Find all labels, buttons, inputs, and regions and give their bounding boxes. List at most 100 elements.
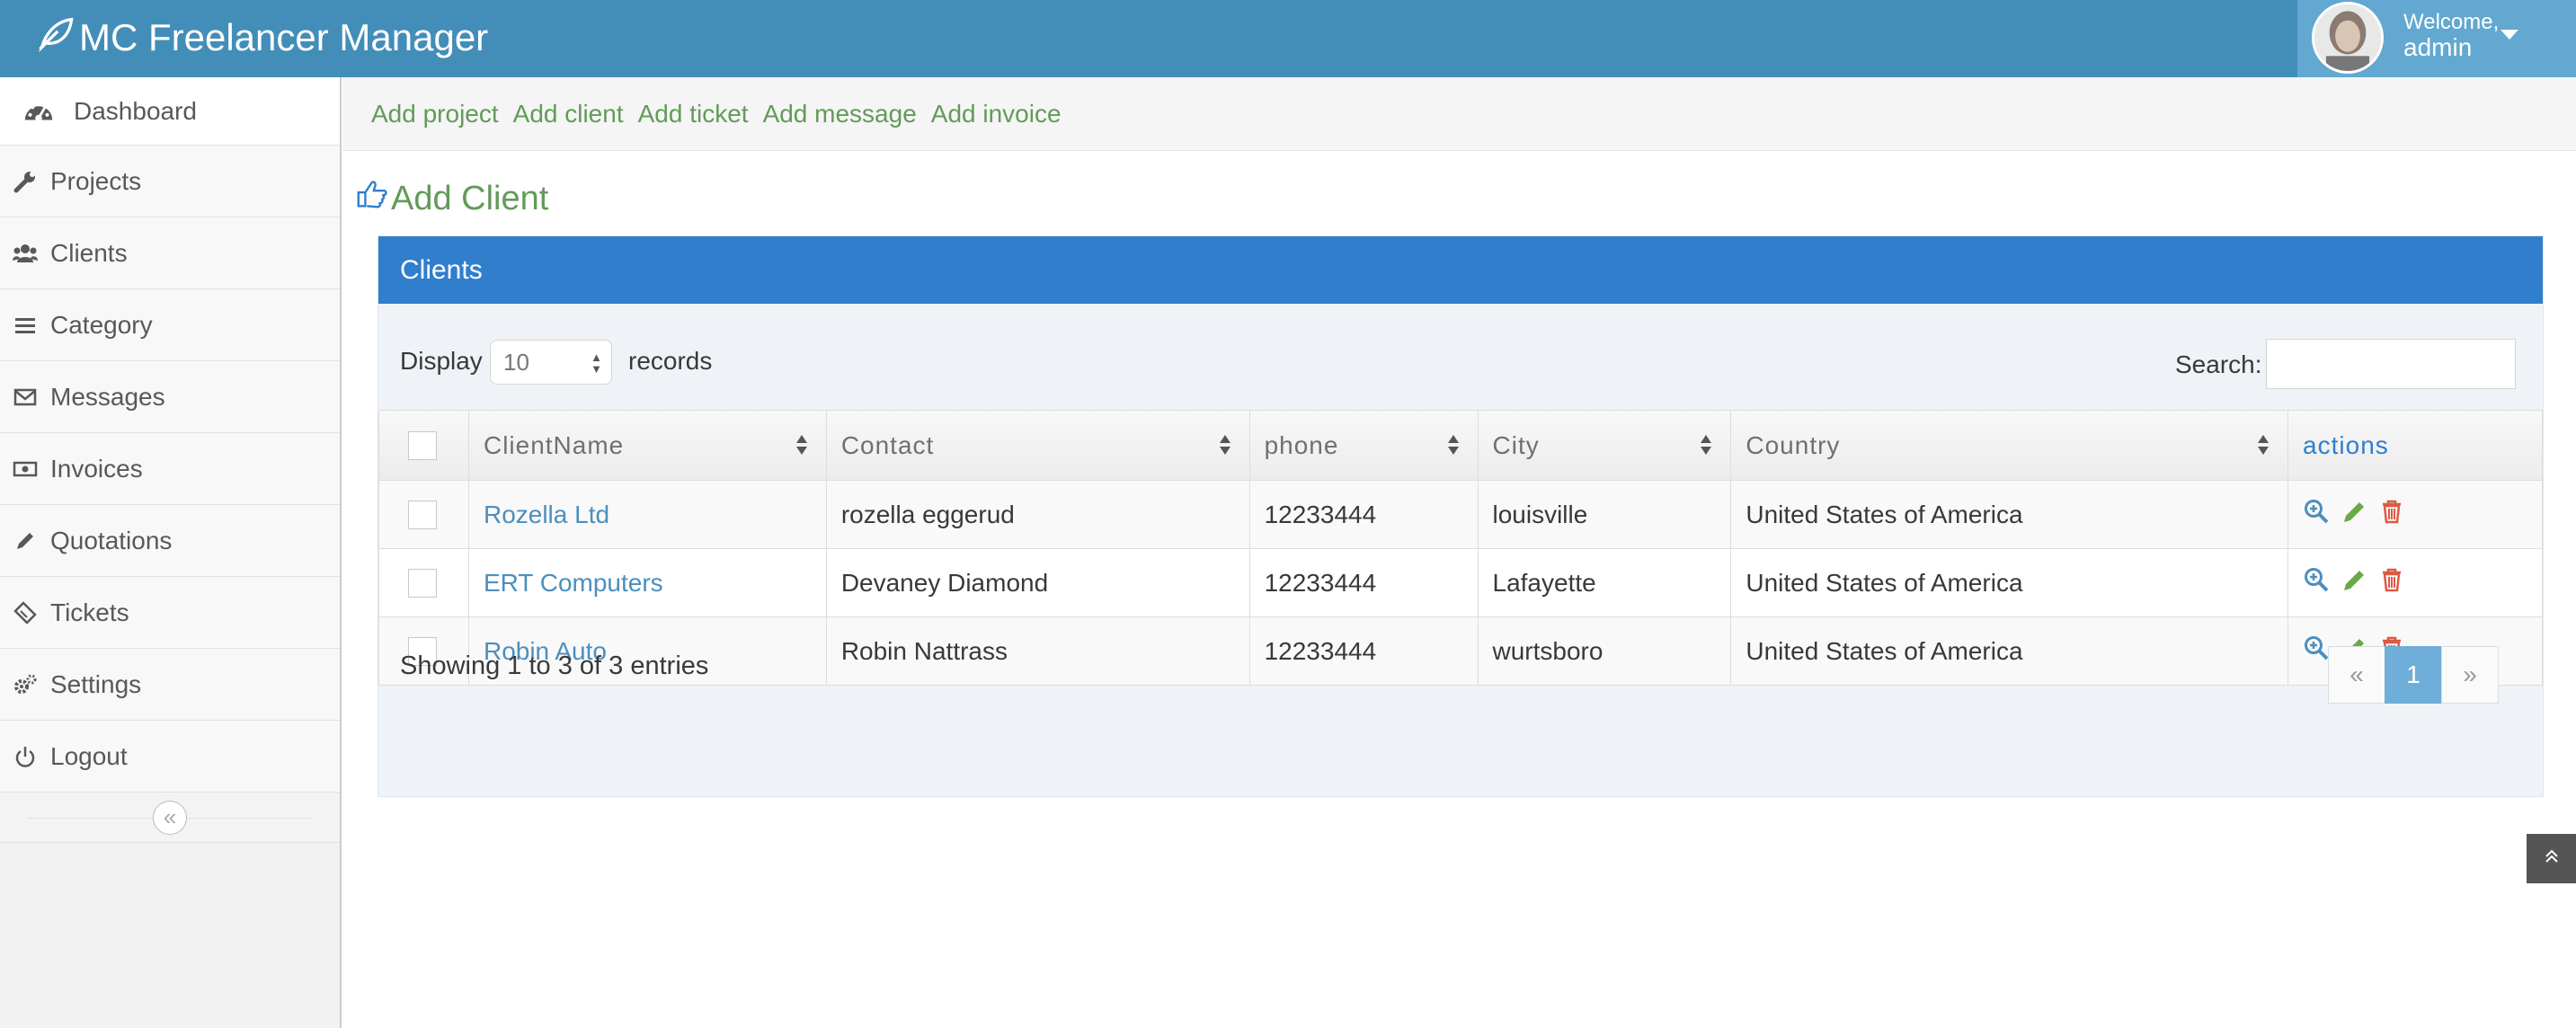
country-cell: United States of America xyxy=(1730,548,2289,617)
sidebar-item-label: Invoices xyxy=(50,454,143,483)
avatar xyxy=(2312,2,2384,74)
sort-icon xyxy=(1219,435,1230,455)
top-navbar: MC Freelancer Manager Welcome, admin xyxy=(0,0,2576,77)
table-row: Rozella Ltd rozella eggerud 12233444 lou… xyxy=(378,480,2543,549)
edit-icon[interactable] xyxy=(2341,498,2367,525)
records-per-page-select[interactable]: 10 ▲ ▼ xyxy=(490,340,612,385)
leaf-icon xyxy=(36,13,76,62)
table-row: ERT Computers Devaney Diamond 12233444 L… xyxy=(378,548,2543,617)
sidebar-item-projects[interactable]: Projects xyxy=(0,146,340,217)
sidebar-item-label: Messages xyxy=(50,382,165,411)
sidebar-collapse-row: « xyxy=(0,793,340,843)
column-header-city[interactable]: City xyxy=(1477,410,1732,481)
user-name: admin xyxy=(2403,33,2473,62)
cogs-icon xyxy=(13,672,38,697)
phone-cell: 12233444 xyxy=(1248,616,1479,686)
sidebar: Dashboard Projects Clients Category Mess… xyxy=(0,77,342,1028)
sort-icon xyxy=(1447,435,1459,455)
column-header-phone[interactable]: phone xyxy=(1248,410,1479,481)
sidebar-item-settings[interactable]: Settings xyxy=(0,649,340,721)
display-label: Display xyxy=(400,347,483,375)
sort-icon xyxy=(795,435,807,455)
client-name-link[interactable]: Rozella Ltd xyxy=(484,501,609,528)
sidebar-item-label: Dashboard xyxy=(74,96,197,125)
table-header-row: ClientName Contact phone City Country ac… xyxy=(378,410,2543,481)
sort-icon xyxy=(1701,435,1712,455)
widget-header: Clients xyxy=(378,236,2543,304)
zoom-icon[interactable] xyxy=(2303,498,2330,525)
table-toolbar: Display 10 ▲ ▼ records Search: xyxy=(378,304,2543,410)
entries-info: Showing 1 to 3 of 3 entries xyxy=(400,651,709,680)
pagination: « 1 » xyxy=(2328,646,2499,704)
column-header-contact[interactable]: Contact xyxy=(825,410,1250,481)
edit-icon[interactable] xyxy=(2341,566,2367,593)
page-1-button[interactable]: 1 xyxy=(2385,646,2442,704)
brand[interactable]: MC Freelancer Manager xyxy=(36,13,488,63)
country-cell: United States of America xyxy=(1730,616,2289,686)
page-header[interactable]: Add Client xyxy=(355,176,548,221)
zoom-icon[interactable] xyxy=(2303,634,2330,661)
dashboard-icon xyxy=(22,94,56,128)
clients-widget: Clients Display 10 ▲ ▼ records Search: Cl… xyxy=(378,235,2544,797)
user-menu[interactable]: Welcome, admin xyxy=(2297,0,2576,77)
wrench-icon xyxy=(13,169,38,194)
sort-icon xyxy=(2258,435,2270,455)
records-label: records xyxy=(628,347,713,375)
sidebar-item-label: Tickets xyxy=(50,598,129,626)
sidebar-item-category[interactable]: Category xyxy=(0,289,340,361)
clients-table: ClientName Contact phone City Country ac… xyxy=(378,410,2543,686)
client-name-link[interactable]: ERT Computers xyxy=(484,569,663,597)
trash-icon[interactable] xyxy=(2378,566,2405,593)
sidebar-item-tickets[interactable]: Tickets xyxy=(0,577,340,649)
sidebar-item-logout[interactable]: Logout xyxy=(0,721,340,793)
sidebar-item-label: Settings xyxy=(50,669,142,698)
search-label: Search: xyxy=(2175,350,2262,378)
sidebar-item-label: Quotations xyxy=(50,526,173,554)
contact-cell: Devaney Diamond xyxy=(825,548,1250,617)
sidebar-item-label: Clients xyxy=(50,238,128,267)
sidebar-item-messages[interactable]: Messages xyxy=(0,361,340,433)
sidebar-item-invoices[interactable]: Invoices xyxy=(0,433,340,505)
users-icon xyxy=(13,241,38,266)
select-arrows-icon: ▲ ▼ xyxy=(591,350,602,376)
add-client-link[interactable]: Add client xyxy=(513,100,624,128)
add-invoice-link[interactable]: Add invoice xyxy=(931,100,1061,128)
money-icon xyxy=(13,456,38,482)
ticket-icon xyxy=(13,600,38,625)
column-header-clientname[interactable]: ClientName xyxy=(467,410,827,481)
sidebar-item-label: Logout xyxy=(50,741,128,770)
city-cell: wurtsboro xyxy=(1477,616,1732,686)
column-header-country[interactable]: Country xyxy=(1730,410,2289,481)
scroll-to-top-button[interactable] xyxy=(2527,834,2576,883)
add-project-link[interactable]: Add project xyxy=(371,100,499,128)
list-icon xyxy=(13,313,38,338)
prev-page-button[interactable]: « xyxy=(2328,646,2385,704)
row-checkbox[interactable] xyxy=(408,569,437,598)
page-title: Add Client xyxy=(391,179,549,217)
row-checkbox[interactable] xyxy=(408,501,437,530)
phone-cell: 12233444 xyxy=(1248,480,1479,549)
select-all-checkbox[interactable] xyxy=(408,431,437,461)
contact-cell: Robin Nattrass xyxy=(825,616,1250,686)
city-cell: Lafayette xyxy=(1477,548,1732,617)
add-message-link[interactable]: Add message xyxy=(763,100,917,128)
sidebar-item-clients[interactable]: Clients xyxy=(0,217,340,289)
app-title: MC Freelancer Manager xyxy=(79,16,489,58)
search-input[interactable] xyxy=(2266,339,2516,389)
add-ticket-link[interactable]: Add ticket xyxy=(638,100,749,128)
welcome-text: Welcome, xyxy=(2403,10,2500,34)
zoom-icon[interactable] xyxy=(2303,566,2330,593)
hand-pointer-icon xyxy=(355,177,389,220)
sidebar-item-label: Projects xyxy=(50,166,142,195)
sidebar-item-dashboard[interactable]: Dashboard xyxy=(0,77,340,146)
widget-title: Clients xyxy=(400,254,483,285)
next-page-button[interactable]: » xyxy=(2441,646,2499,704)
city-cell: louisville xyxy=(1477,480,1732,549)
phone-cell: 12233444 xyxy=(1248,548,1479,617)
country-cell: United States of America xyxy=(1730,480,2289,549)
double-chevron-up-icon xyxy=(2543,847,2561,871)
trash-icon[interactable] xyxy=(2378,498,2405,525)
sidebar-item-quotations[interactable]: Quotations xyxy=(0,505,340,577)
collapse-sidebar-button[interactable]: « xyxy=(153,801,187,835)
caret-down-icon[interactable] xyxy=(2500,30,2518,40)
